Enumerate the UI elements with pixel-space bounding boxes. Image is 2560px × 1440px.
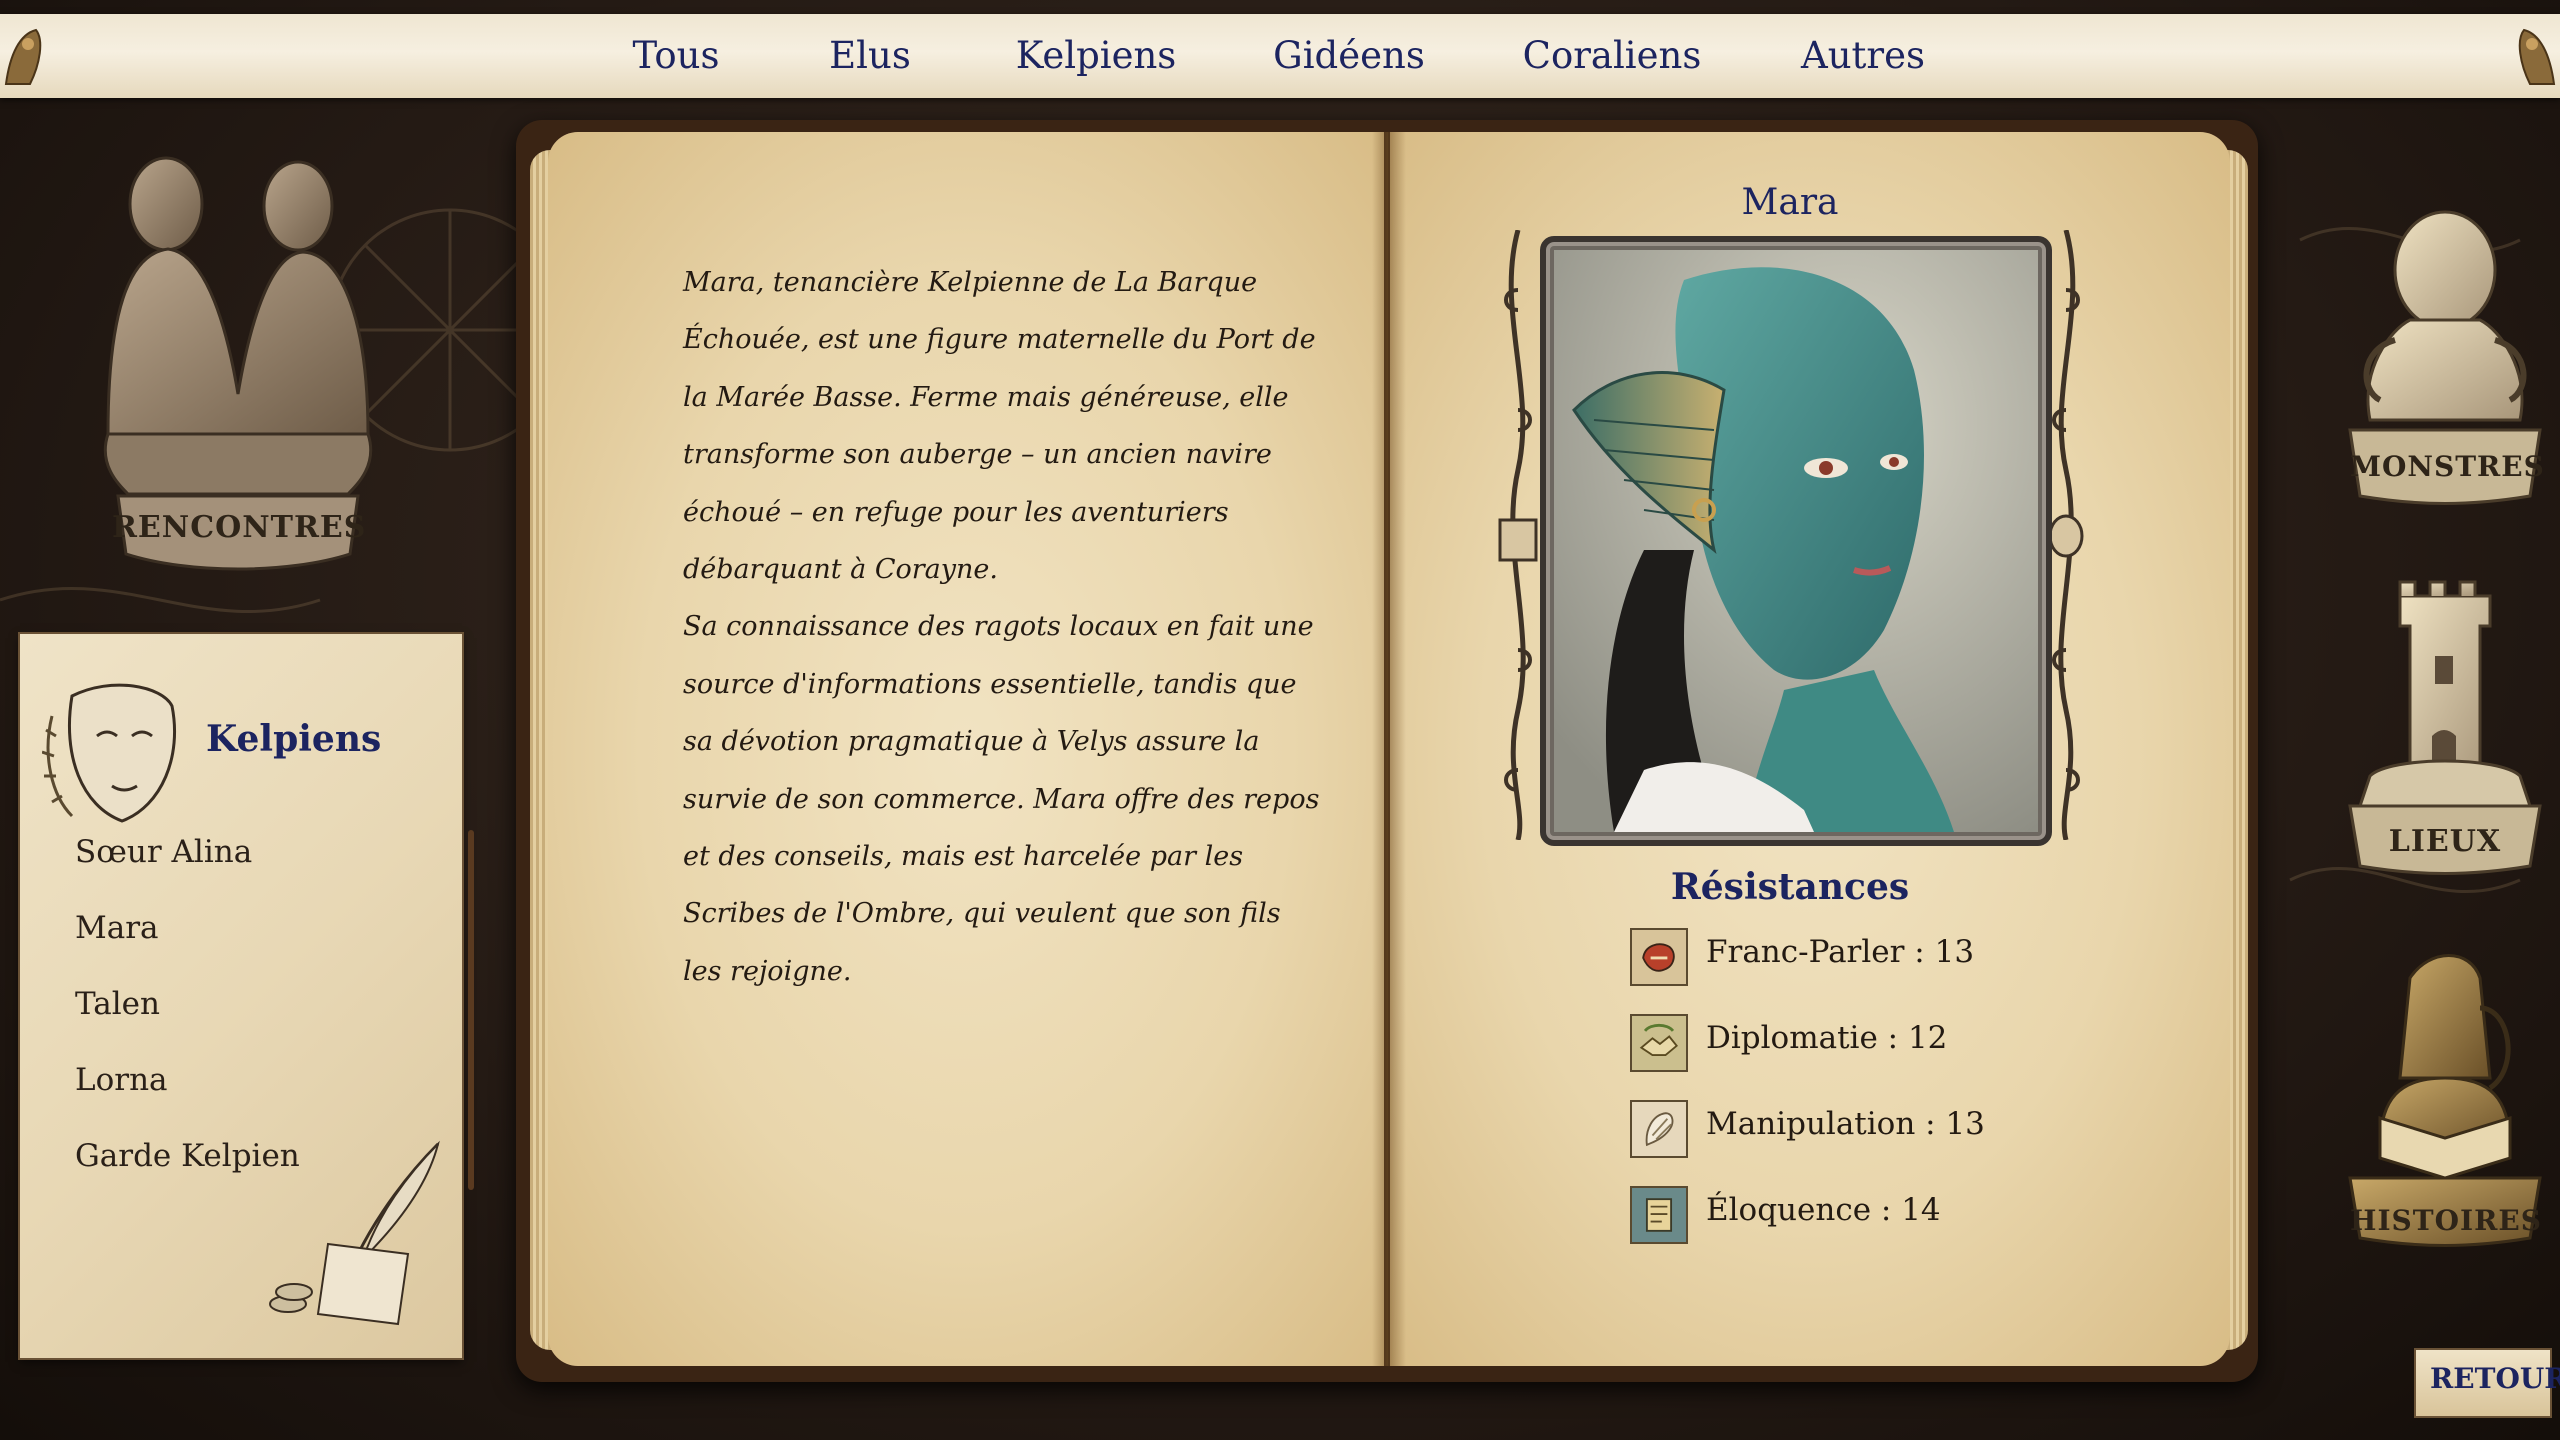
back-button[interactable]: RETOUR (2414, 1348, 2560, 1418)
category-list-panel: Kelpiens Sœur Alina Mara Talen Lorna Gar… (20, 634, 462, 1358)
tab-coraliens[interactable]: Coraliens (1520, 32, 1704, 80)
eloquence-icon (1630, 1186, 1688, 1244)
monsters-label: MONSTRES (2350, 450, 2545, 483)
list-scrollbar[interactable] (468, 830, 474, 1190)
entry-description: Mara, tenancière Kelpienne de La Barque … (683, 254, 1323, 1000)
stories-label: HISTOIRES (2350, 1204, 2542, 1237)
list-item-lorna[interactable]: Lorna (75, 1062, 168, 1098)
resistance-label: Manipulation : 13 (1706, 1106, 1985, 1142)
tab-autres[interactable]: Autres (1794, 32, 1932, 80)
list-item-mara[interactable]: Mara (75, 910, 159, 946)
diplomacy-icon (1630, 1014, 1688, 1072)
description-paragraph: Sa connaissance des ragots locaux en fai… (683, 611, 1320, 987)
tab-tous[interactable]: Tous (620, 32, 732, 80)
list-item-soeur-alina[interactable]: Sœur Alina (75, 834, 252, 870)
tab-gideens[interactable]: Gidéens (1266, 32, 1432, 80)
back-button-label: RETOUR (2430, 1362, 2560, 1395)
resistance-label: Diplomatie : 12 (1706, 1020, 1948, 1056)
list-item-talen[interactable]: Talen (75, 986, 160, 1022)
tab-kelpiens[interactable]: Kelpiens (1008, 32, 1184, 80)
category-title: Kelpiens (206, 718, 382, 760)
quill-scroll-icon (269, 1140, 440, 1326)
portrait-image (1554, 250, 2038, 832)
description-paragraph: Mara, tenancière Kelpienne de La Barque … (683, 267, 1316, 586)
places-statue-button[interactable]: LIEUX (2340, 576, 2550, 876)
mask-icon (2048, 514, 2084, 558)
encounters-label: RENCONTRES (112, 510, 367, 545)
bard-icon (2348, 954, 2542, 1247)
category-tab-bar: Tous Elus Kelpiens Gidéens Coraliens Aut… (0, 14, 2560, 98)
entry-name: Mara (1741, 182, 1839, 223)
resistances-title: Résistances (1670, 866, 1910, 908)
stories-statue-button[interactable]: HISTOIRES (2340, 948, 2550, 1248)
encounters-statue-button[interactable]: RENCONTRES (88, 134, 388, 584)
frank-speech-icon (1630, 928, 1688, 986)
book-icon (1498, 518, 1538, 562)
resistance-label: Éloquence : 14 (1706, 1192, 1941, 1228)
places-label: LIEUX (2388, 824, 2502, 859)
resistance-label: Franc-Parler : 13 (1706, 934, 1975, 970)
book-spine (1372, 132, 1406, 1366)
monsters-statue-button[interactable]: MONSTRES (2340, 200, 2550, 510)
tab-elus[interactable]: Elus (820, 32, 920, 80)
manipulation-icon (1630, 1100, 1688, 1158)
vine-ornament-icon (1498, 230, 1538, 840)
list-item-garde-kelpien[interactable]: Garde Kelpien (75, 1138, 300, 1174)
character-portrait (1540, 236, 2052, 846)
mask-icon (42, 683, 177, 823)
